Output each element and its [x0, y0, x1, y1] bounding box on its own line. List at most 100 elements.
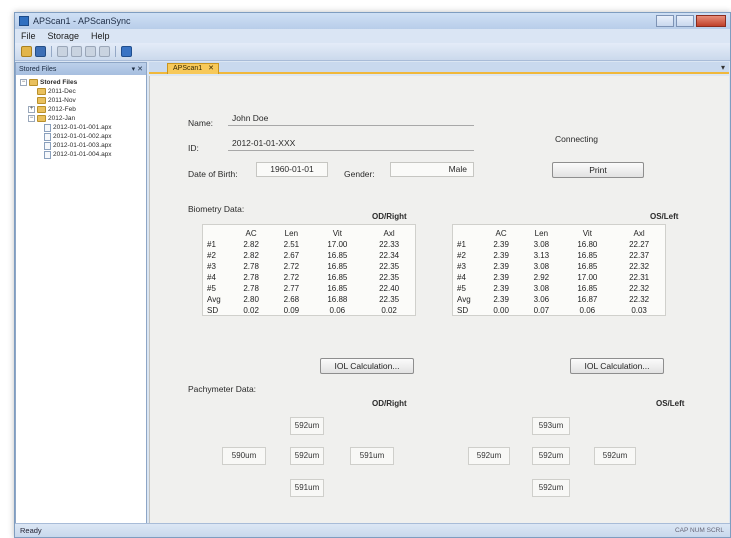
table-cell: 3.13: [533, 251, 550, 260]
pachy-os-bottom: 592um: [532, 479, 570, 497]
iol-calculation-os-button[interactable]: IOL Calculation...: [570, 358, 664, 374]
tree-item[interactable]: − Stored Files: [18, 78, 144, 87]
table-cell: 3.06: [533, 295, 550, 304]
pachymeter-od-label: OD/Right: [372, 399, 407, 408]
file-icon: [44, 141, 51, 150]
row-label: SD: [207, 306, 219, 315]
table-row: #2 2.39 3.13 16.85 22.37: [455, 250, 665, 261]
table-cell: 3.08: [533, 240, 550, 249]
folder-icon: [37, 88, 46, 95]
table-cell: 16.85: [327, 284, 348, 293]
table-cell: 17.00: [577, 273, 598, 282]
table-cell: 0.09: [283, 306, 300, 315]
tree-item[interactable]: + 2012-Feb: [18, 105, 144, 114]
tab-apscan1[interactable]: APScan1 ✕: [167, 63, 219, 74]
menu-file[interactable]: File: [21, 31, 36, 41]
cut-icon[interactable]: [57, 46, 68, 57]
name-field[interactable]: John Doe: [232, 113, 268, 123]
table-cell: 2.51: [283, 240, 300, 249]
row-label: #5: [457, 284, 466, 293]
close-button[interactable]: [696, 15, 726, 27]
table-cell: 2.39: [493, 295, 509, 304]
column-header: Axl: [633, 229, 645, 238]
save-icon[interactable]: [35, 46, 46, 57]
collapse-icon[interactable]: −: [28, 115, 35, 122]
table-cell: 22.40: [379, 284, 400, 293]
toolbar-separator: [51, 46, 52, 57]
file-icon: [44, 132, 51, 141]
column-header: Len: [284, 229, 299, 238]
gender-field[interactable]: Male: [390, 162, 474, 177]
maximize-button[interactable]: [676, 15, 694, 27]
column-header: Vit: [332, 229, 342, 238]
table-cell: 0.06: [579, 306, 596, 315]
menu-storage[interactable]: Storage: [48, 31, 80, 41]
row-label: #5: [207, 284, 216, 293]
table-cell: 2.78: [243, 262, 259, 271]
column-header: [205, 228, 231, 239]
title-bar[interactable]: APScan1 - APScanSync: [15, 13, 730, 29]
table-cell: 22.32: [629, 295, 650, 304]
table-cell: 16.85: [327, 251, 348, 260]
row-label: #3: [457, 262, 466, 271]
print-icon[interactable]: [99, 46, 110, 57]
tree-item[interactable]: 2012-01-01-004.apx: [18, 150, 144, 159]
pachy-od-center: 592um: [290, 447, 324, 465]
expand-icon[interactable]: +: [28, 106, 35, 113]
tree-item[interactable]: − 2012-Jan: [18, 114, 144, 123]
row-label: #4: [207, 273, 216, 282]
tree-item[interactable]: 2012-01-01-001.apx: [18, 123, 144, 132]
id-label: ID:: [188, 143, 199, 153]
biometry-os-table: AC Len Vit Axl #1 2.39 3.08 16.80 22.27 …: [455, 228, 665, 316]
table-row: SD 0.00 0.07 0.06 0.03: [455, 305, 665, 316]
table-cell: 0.00: [493, 306, 509, 315]
pachy-os-left: 592um: [468, 447, 510, 465]
biometry-section-label: Biometry Data:: [188, 204, 245, 214]
print-button[interactable]: Print: [552, 162, 644, 178]
menu-help[interactable]: Help: [91, 31, 110, 41]
file-icon: [44, 123, 51, 132]
column-header: Len: [534, 229, 549, 238]
pin-icon[interactable]: ▾ ✕: [132, 65, 143, 73]
gender-label: Gender:: [344, 169, 375, 179]
panel-title: Stored Files: [19, 65, 57, 73]
tree-item-label: 2012-01-01-001.apx: [53, 124, 112, 131]
row-label: #2: [207, 251, 216, 260]
pachymeter-section-label: Pachymeter Data:: [188, 384, 257, 394]
table-header-row: AC Len Vit Axl: [455, 228, 665, 239]
dob-field[interactable]: 1960-01-01: [256, 162, 328, 177]
pachy-od-right: 591um: [350, 447, 394, 465]
folder-icon: [37, 106, 46, 113]
help-icon[interactable]: [121, 46, 132, 57]
tab-list-icon[interactable]: ▾: [721, 63, 725, 72]
tree-item[interactable]: 2011-Nov: [18, 96, 144, 105]
table-cell: 2.82: [243, 251, 259, 260]
biometry-os-label: OS/Left: [650, 212, 679, 221]
tree-item[interactable]: 2012-01-01-003.apx: [18, 141, 144, 150]
table-cell: 16.85: [577, 262, 598, 271]
minimize-button[interactable]: [656, 15, 674, 27]
paste-icon[interactable]: [85, 46, 96, 57]
table-cell: 0.02: [243, 306, 259, 315]
table-row: SD 0.02 0.09 0.06 0.02: [205, 305, 415, 316]
row-label: Avg: [457, 295, 471, 304]
id-field[interactable]: 2012-01-01-XXX: [232, 138, 295, 148]
column-header: Axl: [383, 229, 395, 238]
tree-item-label: 2012-01-01-003.apx: [53, 142, 112, 149]
tree-item[interactable]: 2011-Dec: [18, 87, 144, 96]
table-cell: 3.08: [533, 284, 550, 293]
column-header: Vit: [582, 229, 592, 238]
file-tree-panel: Stored Files ▾ ✕ − Stored Files 2011-Dec…: [15, 62, 147, 524]
tab-close-icon[interactable]: ✕: [208, 64, 214, 74]
table-cell: 22.33: [379, 240, 400, 249]
copy-icon[interactable]: [71, 46, 82, 57]
open-folder-icon[interactable]: [21, 46, 32, 57]
tree-item-label: 2012-01-01-002.apx: [53, 133, 112, 140]
row-label: #1: [207, 240, 216, 249]
table-cell: 3.08: [533, 262, 550, 271]
row-label: #2: [457, 251, 466, 260]
tree-item[interactable]: 2012-01-01-002.apx: [18, 132, 144, 141]
iol-calculation-od-button[interactable]: IOL Calculation...: [320, 358, 414, 374]
collapse-icon[interactable]: −: [20, 79, 27, 86]
